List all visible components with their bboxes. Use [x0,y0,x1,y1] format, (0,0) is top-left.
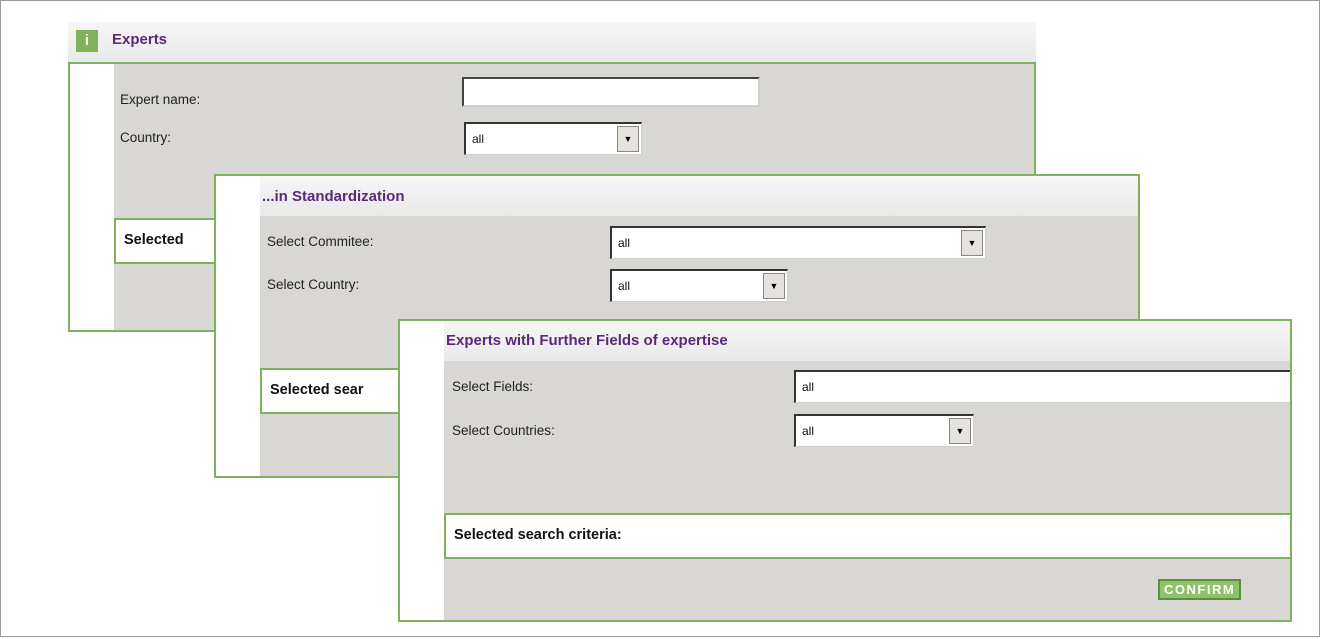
country-select-value: all [472,132,485,146]
country-select[interactable]: all ▼ [464,122,642,155]
further-fields-header: Experts with Further Fields of expertise [444,321,1290,361]
committee-label: Select Commitee: [267,234,374,249]
standardization-header: ...in Standardization [260,176,1138,216]
triangle-down-icon[interactable]: ▼ [763,273,785,299]
country-label: Country: [120,130,172,145]
committee-select-value: all [618,236,631,250]
experts-left-strip [70,64,114,330]
selected-search-label: Selected sear [270,382,364,398]
select-fields-value: all [802,380,815,394]
selected-search-criteria-label: Selected search criteria: [454,527,622,543]
select-country-select[interactable]: all ▼ [610,269,788,302]
standardization-left-strip [216,176,260,476]
info-icon: i [76,30,98,52]
select-countries-label: Select Countries: [452,423,555,438]
further-fields-form: Experts with Further Fields of expertise… [398,319,1292,622]
committee-select[interactable]: all ▼ [610,226,986,259]
further-fields-left-strip [400,321,444,620]
further-fields-panel: Experts with Further Fields of expertise… [398,319,1292,622]
select-countries-select[interactable]: all ▼ [794,414,974,447]
triangle-down-icon[interactable]: ▼ [961,230,983,256]
select-countries-value: all [802,424,815,438]
expert-name-label: Expert name: [120,92,201,107]
standardization-title: ...in Standardization [262,188,405,205]
triangle-down-icon[interactable]: ▼ [617,126,639,152]
confirm-button[interactable]: CONFIRM [1158,579,1242,600]
expert-name-input[interactable] [462,77,760,107]
triangle-down-icon[interactable]: ▼ [949,418,971,444]
selected-search-criteria-box: Selected search criteria: [444,513,1290,559]
select-fields-label: Select Fields: [452,379,534,394]
further-fields-title: Experts with Further Fields of expertise [446,332,728,349]
experts-header: i Experts [68,22,1036,62]
select-country-label: Select Country: [267,277,360,292]
select-fields-input[interactable]: all [794,370,1290,403]
experts-title: Experts [112,31,168,48]
selected-criteria-label: Selected [124,232,184,248]
select-country-value: all [618,279,631,293]
